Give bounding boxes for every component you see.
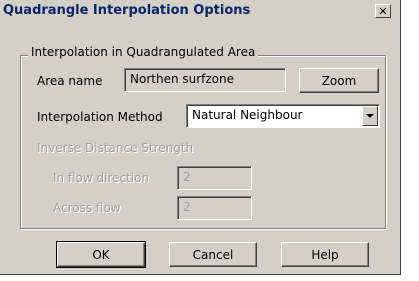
- chevron-down-icon: [366, 113, 374, 118]
- idw-strength-label: Inverse Distance Strength: [37, 141, 194, 155]
- across-flow-value: 2: [183, 200, 191, 214]
- zoom-button[interactable]: Zoom: [299, 68, 379, 93]
- flow-direction-field[interactable]: 2: [177, 166, 252, 190]
- interpolation-method-label: Interpolation Method: [37, 110, 163, 124]
- help-button[interactable]: Help: [281, 242, 369, 267]
- ok-button[interactable]: OK: [56, 241, 146, 268]
- area-name-label: Area name: [37, 74, 103, 88]
- across-flow-field[interactable]: 2: [177, 196, 252, 220]
- cancel-button-label: Cancel: [192, 247, 234, 262]
- title-bar[interactable]: Quadrangle Interpolation Options ✕: [0, 0, 400, 23]
- flow-direction-label: In flow direction: [53, 171, 150, 185]
- help-button-label: Help: [311, 247, 339, 262]
- close-icon: ✕: [378, 4, 388, 18]
- cancel-button[interactable]: Cancel: [169, 242, 257, 267]
- area-name-field: Northen surfzone: [124, 68, 286, 92]
- area-name-value: Northen surfzone: [130, 72, 235, 86]
- group-title: Interpolation in Quadrangulated Area: [28, 45, 259, 59]
- zoom-button-label: Zoom: [321, 73, 357, 88]
- ok-button-label: OK: [92, 247, 110, 262]
- flow-direction-value: 2: [183, 170, 191, 184]
- window-title: Quadrangle Interpolation Options: [3, 3, 251, 18]
- across-flow-label: Across flow: [53, 201, 121, 215]
- dropdown-button[interactable]: [362, 106, 378, 126]
- interpolation-method-select[interactable]: Natural Neighbour: [186, 104, 380, 128]
- interpolation-method-value: Natural Neighbour: [192, 108, 303, 122]
- close-button[interactable]: ✕: [375, 4, 391, 18]
- dialog-window: Quadrangle Interpolation Options ✕ Inter…: [0, 0, 401, 275]
